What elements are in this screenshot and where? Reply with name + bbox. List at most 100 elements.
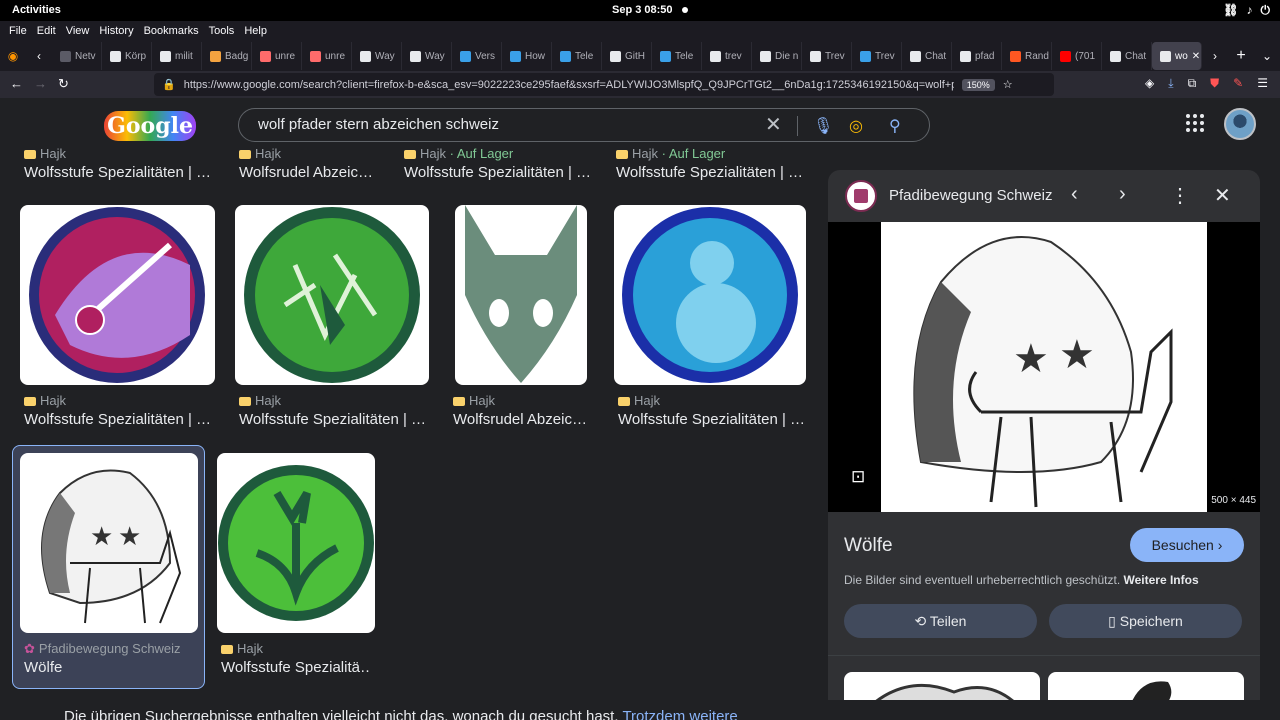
result-title[interactable]: Wolfsstufe Spezialitäten | … — [24, 411, 214, 428]
related-image[interactable] — [844, 672, 1040, 700]
show-more-link[interactable]: Trotzdem weitere — [622, 708, 737, 720]
system-tray[interactable]: ⛓ ♪ ⏻ — [1223, 3, 1270, 18]
more-options-icon[interactable]: ⋮ — [1170, 183, 1190, 208]
browser-tab[interactable]: GitH — [602, 42, 652, 70]
browser-tab[interactable]: Trev — [802, 42, 852, 70]
next-image-icon[interactable]: › — [1119, 183, 1126, 206]
result-thumbnail[interactable] — [455, 205, 587, 385]
browser-tab[interactable]: trev — [702, 42, 752, 70]
google-doodle-logo[interactable]: Google — [104, 111, 196, 141]
result-source[interactable]: Hajk — [221, 641, 263, 656]
more-info-link[interactable]: Weitere Infos — [1124, 573, 1199, 587]
power-icon[interactable]: ⏻ — [1261, 3, 1271, 18]
menu-help[interactable]: Help — [239, 25, 272, 37]
close-tab-icon[interactable]: ✕ — [1192, 51, 1200, 62]
result-source[interactable]: Hajk — [239, 146, 281, 161]
browser-tab[interactable]: Chat — [902, 42, 952, 70]
result-title[interactable]: Wolfsstufe Spezialitäten | … — [404, 164, 594, 181]
zoom-level[interactable]: 150% — [961, 78, 995, 91]
result-source[interactable]: Hajk — [239, 393, 281, 408]
panel-source-name[interactable]: Pfadibewegung Schweiz — [889, 187, 1052, 204]
url-text[interactable]: https://www.google.com/search?client=fir… — [184, 79, 954, 91]
ublock-icon[interactable]: ⛊ — [1210, 76, 1219, 91]
result-thumbnail[interactable] — [614, 205, 806, 385]
search-icon[interactable]: ⚲ — [889, 116, 901, 136]
panel-image-title[interactable]: Wölfe — [844, 535, 893, 557]
result-thumbnail[interactable] — [20, 205, 215, 385]
result-title[interactable]: Wolfsstufe Spezialitäten | … — [24, 164, 214, 181]
browser-tab[interactable]: Tele — [652, 42, 702, 70]
result-source[interactable]: Hajk · Auf Lager — [404, 146, 513, 161]
result-source[interactable]: Hajk — [618, 393, 660, 408]
result-thumbnail[interactable]: ★ ★ — [20, 453, 198, 633]
previous-image-icon[interactable]: ‹ — [1071, 183, 1078, 206]
browser-tab[interactable]: Netv — [52, 42, 102, 70]
result-source[interactable]: Hajk — [24, 393, 66, 408]
lock-icon[interactable]: 🔒 — [162, 78, 176, 91]
google-apps-icon[interactable] — [1186, 114, 1204, 132]
volume-icon[interactable]: ♪ — [1247, 3, 1253, 18]
scroll-tabs-left-icon[interactable]: ‹ — [26, 49, 52, 63]
lens-search-icon[interactable]: ◎ — [849, 116, 863, 136]
browser-tab[interactable]: pfad — [952, 42, 1002, 70]
browser-tab[interactable]: How — [502, 42, 552, 70]
related-image[interactable] — [1048, 672, 1244, 700]
pocket-icon[interactable]: ◈ — [1145, 76, 1154, 91]
clear-search-icon[interactable]: ✕ — [765, 112, 782, 137]
new-tab-icon[interactable]: + — [1228, 47, 1254, 65]
menu-file[interactable]: File — [4, 25, 32, 37]
browser-tab[interactable]: Trev — [852, 42, 902, 70]
network-icon[interactable]: ⛓ — [1223, 3, 1238, 18]
url-bar[interactable]: 🔒 https://www.google.com/search?client=f… — [154, 73, 1054, 96]
downloads-icon[interactable]: ⤓ — [1168, 76, 1173, 91]
result-title[interactable]: Wolfsstufe Spezialitäten | … — [239, 411, 429, 428]
list-tabs-icon[interactable]: ⌄ — [1254, 49, 1280, 63]
back-icon[interactable]: ← — [10, 76, 23, 91]
extension-eyedropper-icon[interactable]: ✎ — [1233, 76, 1243, 91]
google-lens-icon[interactable]: ⊡ — [851, 467, 865, 487]
visit-button[interactable]: Besuchen › — [1130, 528, 1244, 562]
bookmark-star-icon[interactable]: ☆ — [1003, 78, 1013, 91]
result-source[interactable]: Hajk — [453, 393, 495, 408]
source-logo[interactable] — [845, 180, 877, 212]
result-source[interactable]: ✿ Pfadibewegung Schweiz — [24, 641, 181, 657]
browser-tab[interactable]: milit — [152, 42, 202, 70]
browser-tab[interactable]: Rand — [1002, 42, 1052, 70]
menu-view[interactable]: View — [61, 25, 95, 37]
browser-tab[interactable]: unre — [302, 42, 352, 70]
firefox-view-icon[interactable]: ◉ — [0, 49, 26, 63]
result-thumbnail[interactable] — [217, 453, 375, 633]
browser-tab[interactable]: Chat — [1102, 42, 1152, 70]
browser-tab[interactable]: Vers — [452, 42, 502, 70]
menu-tools[interactable]: Tools — [204, 25, 240, 37]
scroll-tabs-right-icon[interactable]: › — [1202, 49, 1228, 63]
browser-tab[interactable]: wo ✕ — [1152, 42, 1202, 70]
result-source[interactable]: Hajk — [24, 146, 66, 161]
result-title[interactable]: Wolfsstufe Spezialitä… — [221, 659, 371, 676]
result-title[interactable]: Wolfsrudel Abzeic… — [453, 411, 593, 428]
search-input[interactable] — [258, 116, 738, 133]
browser-tab[interactable]: Badg — [202, 42, 252, 70]
clock[interactable]: Sep 3 08:50 — [612, 4, 673, 16]
result-thumbnail[interactable] — [235, 205, 429, 385]
menu-bookmarks[interactable]: Bookmarks — [139, 25, 204, 37]
forward-icon[interactable]: → — [34, 76, 47, 91]
browser-tab[interactable]: (701 — [1052, 42, 1102, 70]
menu-edit[interactable]: Edit — [32, 25, 61, 37]
close-icon[interactable]: ✕ — [1214, 183, 1231, 208]
browser-tab[interactable]: unre — [252, 42, 302, 70]
save-button[interactable]: ▯ Speichern — [1049, 604, 1242, 638]
browser-tab[interactable]: Körp — [102, 42, 152, 70]
search-box[interactable]: ✕ 🎙 ◎ ⚲ — [238, 108, 930, 142]
result-title[interactable]: Wolfsstufe Spezialitäten | … — [616, 164, 806, 181]
result-title[interactable]: Wolfsrudel Abzeic… — [239, 164, 409, 181]
browser-tab[interactable]: Way — [352, 42, 402, 70]
browser-tab[interactable]: Tele — [552, 42, 602, 70]
voice-search-icon[interactable]: 🎙 — [813, 116, 833, 136]
app-menu-icon[interactable]: ☰ — [1257, 76, 1268, 91]
result-source[interactable]: Hajk · Auf Lager — [616, 146, 725, 161]
reload-icon[interactable]: ↻ — [58, 76, 69, 92]
browser-tab[interactable]: Way — [402, 42, 452, 70]
preview-image[interactable]: ★ ★ — [881, 222, 1207, 512]
result-title[interactable]: Wolfsstufe Spezialitäten | … — [618, 411, 808, 428]
